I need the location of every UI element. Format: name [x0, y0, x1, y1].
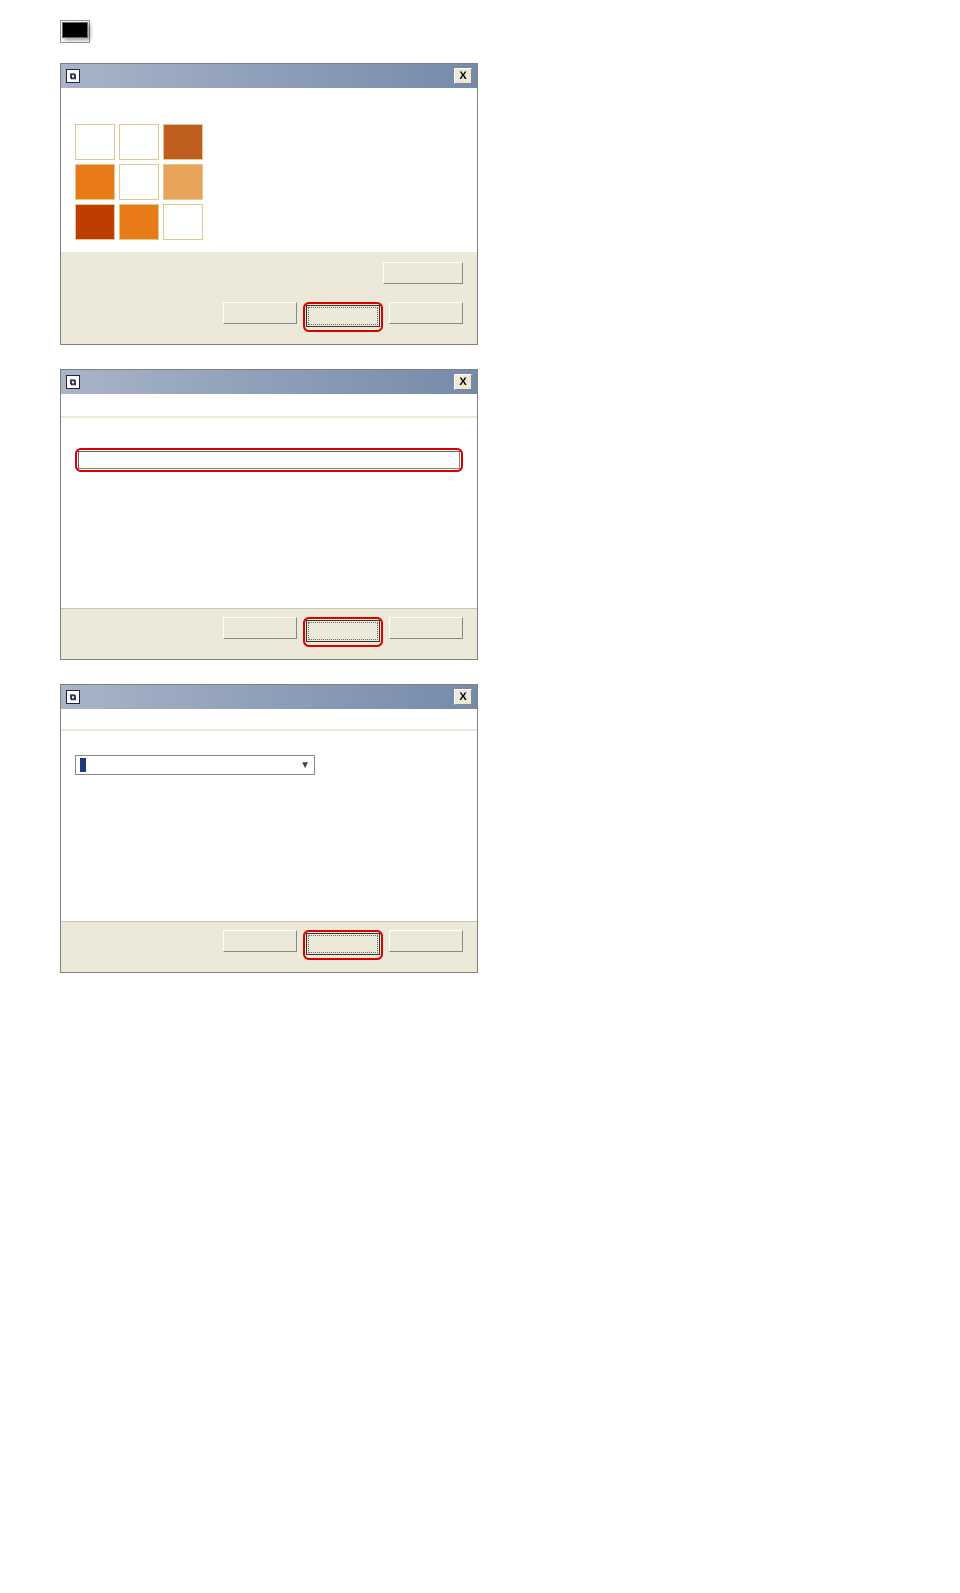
logo-banner	[60, 20, 900, 43]
cancel-button[interactable]	[389, 302, 463, 324]
cancel-button[interactable]	[389, 617, 463, 639]
close-icon[interactable]: X	[454, 374, 472, 390]
app-icon: ⧉	[66, 69, 80, 83]
rms-input[interactable]	[78, 451, 460, 469]
next-button[interactable]	[306, 305, 380, 327]
decorative-tiles	[75, 124, 245, 240]
db-instance-dropdown[interactable]: ▼	[75, 755, 315, 775]
back-button[interactable]	[223, 617, 297, 639]
dialog-step08: ⧉ X ▼	[60, 684, 478, 973]
next-button[interactable]	[306, 933, 380, 955]
viewlog-button[interactable]	[383, 262, 463, 284]
app-icon: ⧉	[66, 690, 80, 704]
next-button[interactable]	[306, 620, 380, 642]
dialog-step07: ⧉ X	[60, 369, 478, 660]
cancel-button[interactable]	[389, 930, 463, 952]
app-icon: ⧉	[66, 375, 80, 389]
chevron-down-icon: ▼	[300, 760, 310, 771]
db-instance-value	[80, 758, 86, 772]
dialog-step06: ⧉ X	[60, 63, 478, 345]
close-icon[interactable]: X	[454, 689, 472, 705]
back-button[interactable]	[223, 930, 297, 952]
close-icon[interactable]: X	[454, 68, 472, 84]
back-button[interactable]	[223, 302, 297, 324]
